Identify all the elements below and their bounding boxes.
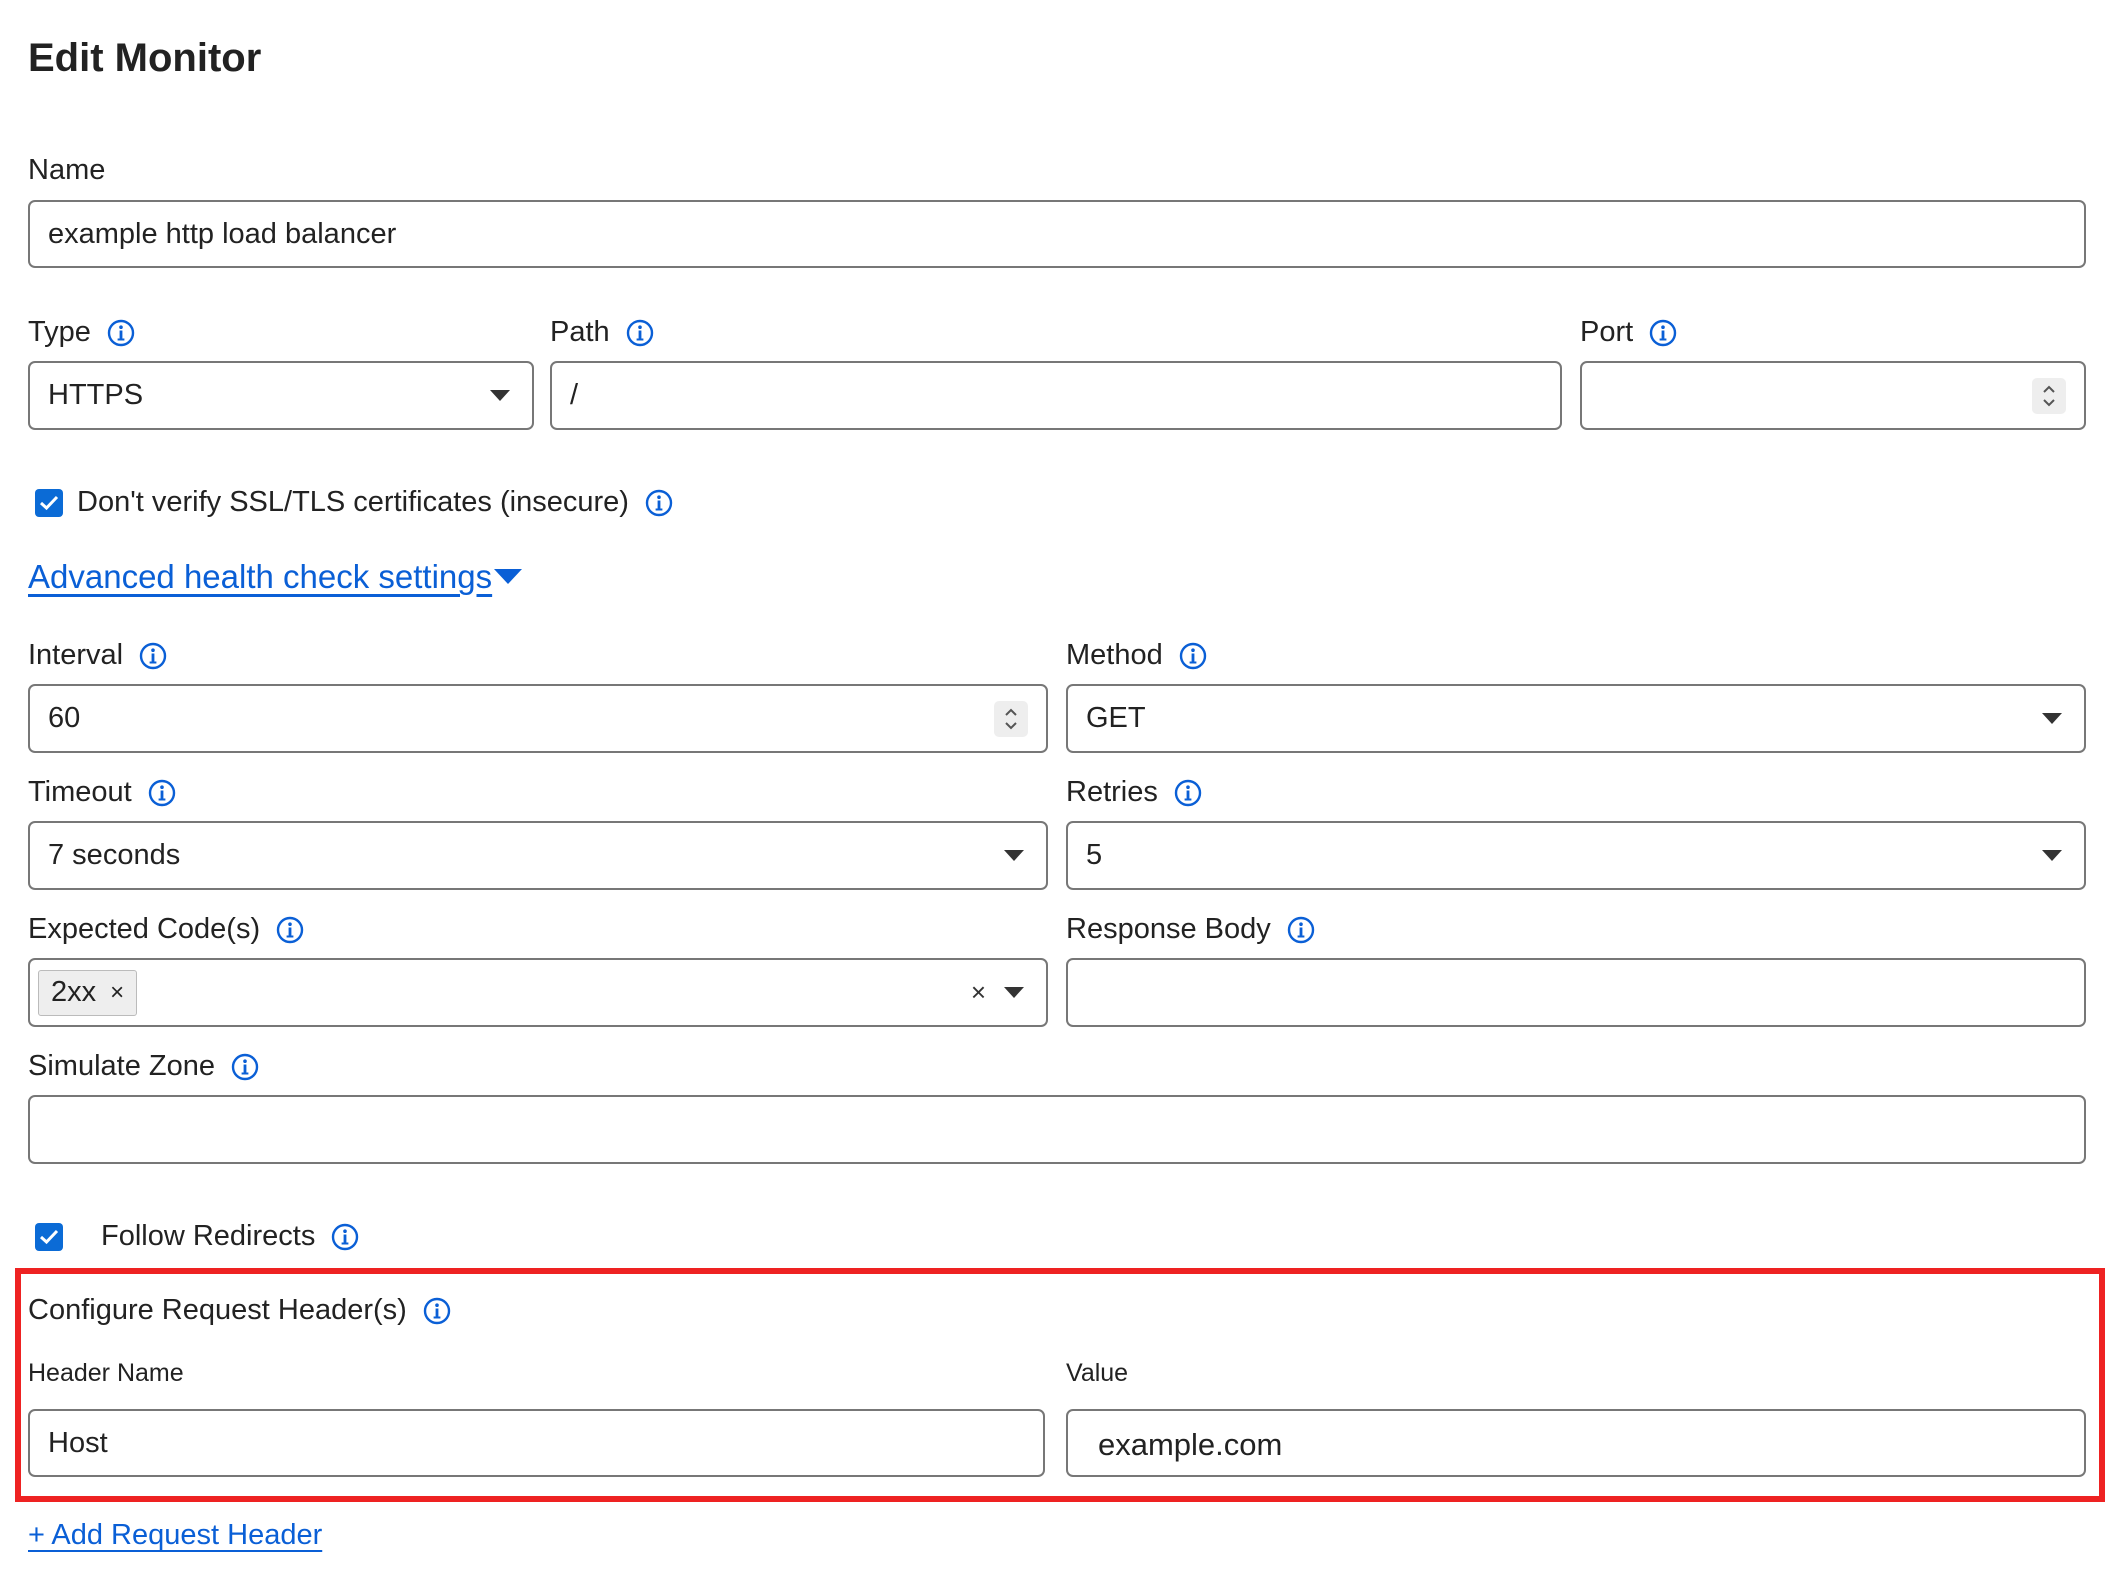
- expected-code-chip: 2xx ×: [38, 969, 138, 1016]
- ssl-info-icon[interactable]: [645, 489, 673, 517]
- path-label: Path: [550, 316, 654, 349]
- header-name-input[interactable]: Host: [28, 1409, 1045, 1477]
- simulate-zone-label: Simulate Zone: [28, 1050, 259, 1083]
- type-select[interactable]: HTTPS: [28, 361, 534, 430]
- port-label: Port: [1580, 316, 1677, 349]
- clear-icon[interactable]: ×: [971, 977, 986, 1008]
- caret-down-icon: [1004, 850, 1024, 861]
- interval-input[interactable]: 60: [28, 684, 1048, 753]
- retries-label: Retries: [1066, 776, 1202, 809]
- caret-down-icon: [2042, 713, 2062, 724]
- retries-select-value: 5: [1086, 839, 1103, 871]
- follow-redirects-row[interactable]: Follow Redirects: [35, 1220, 359, 1253]
- simulate-zone-info-icon[interactable]: [231, 1053, 259, 1081]
- timeout-select-value: 7 seconds: [48, 839, 181, 871]
- interval-label: Interval: [28, 639, 167, 672]
- timeout-select[interactable]: 7 seconds: [28, 821, 1048, 890]
- advanced-settings-link[interactable]: Advanced health check settings: [28, 558, 492, 596]
- ssl-checkbox-row[interactable]: Don't verify SSL/TLS certificates (insec…: [35, 486, 673, 519]
- response-body-input[interactable]: [1066, 958, 2086, 1027]
- request-headers-info-icon[interactable]: [423, 1297, 451, 1325]
- check-icon: [39, 1229, 59, 1244]
- spinner-arrows-icon[interactable]: [2032, 377, 2066, 414]
- expected-codes-multiselect[interactable]: 2xx × ×: [28, 958, 1048, 1027]
- caret-down-icon: [2042, 850, 2062, 861]
- port-info-icon[interactable]: [1649, 319, 1677, 347]
- request-headers-title: Configure Request Header(s): [28, 1294, 451, 1327]
- header-value-label: Value: [1066, 1359, 1129, 1387]
- expected-codes-label: Expected Code(s): [28, 913, 304, 946]
- name-label: Name: [28, 154, 106, 186]
- method-select-value: GET: [1086, 702, 1146, 734]
- retries-select[interactable]: 5: [1066, 821, 2086, 890]
- path-info-icon[interactable]: [626, 319, 654, 347]
- follow-redirects-info-icon[interactable]: [331, 1223, 359, 1251]
- path-input[interactable]: /: [550, 361, 1562, 430]
- method-select[interactable]: GET: [1066, 684, 2086, 753]
- advanced-settings-toggle[interactable]: Advanced health check settings: [28, 558, 523, 596]
- interval-input-value: 60: [48, 702, 81, 734]
- caret-down-icon: [494, 569, 523, 584]
- type-label: Type: [28, 316, 135, 349]
- ssl-checkbox-label: Don't verify SSL/TLS certificates (insec…: [77, 486, 629, 518]
- chip-remove-icon[interactable]: ×: [110, 979, 124, 1007]
- header-value-input-value: example.com: [1098, 1427, 1283, 1462]
- add-request-header-link[interactable]: + Add Request Header: [28, 1519, 322, 1552]
- caret-down-icon: [490, 390, 510, 401]
- type-info-icon[interactable]: [107, 319, 135, 347]
- timeout-label: Timeout: [28, 776, 176, 809]
- expected-codes-info-icon[interactable]: [276, 916, 304, 944]
- type-select-value: HTTPS: [48, 379, 144, 411]
- header-value-input[interactable]: example.com: [1066, 1409, 2086, 1477]
- check-icon: [39, 495, 59, 510]
- interval-info-icon[interactable]: [139, 642, 167, 670]
- follow-redirects-label: Follow Redirects: [101, 1220, 316, 1252]
- port-input[interactable]: [1580, 361, 2086, 430]
- spinner-arrows-icon[interactable]: [994, 700, 1028, 737]
- ssl-checkbox[interactable]: [35, 488, 63, 517]
- name-input-value: example http load balancer: [48, 217, 397, 250]
- response-body-label: Response Body: [1066, 913, 1315, 946]
- path-input-value: /: [570, 379, 579, 411]
- name-input[interactable]: example http load balancer: [28, 200, 2086, 268]
- header-name-input-value: Host: [48, 1426, 108, 1459]
- retries-info-icon[interactable]: [1174, 779, 1202, 807]
- expected-codes-chips: 2xx ×: [38, 969, 971, 1016]
- header-name-label: Header Name: [28, 1359, 184, 1387]
- follow-redirects-checkbox[interactable]: [35, 1222, 63, 1251]
- method-info-icon[interactable]: [1179, 642, 1207, 670]
- timeout-info-icon[interactable]: [148, 779, 176, 807]
- response-body-info-icon[interactable]: [1287, 916, 1315, 944]
- caret-down-icon: [1004, 987, 1024, 998]
- simulate-zone-input[interactable]: [28, 1095, 2086, 1164]
- page-title: Edit Monitor: [28, 36, 262, 80]
- method-label: Method: [1066, 639, 1207, 672]
